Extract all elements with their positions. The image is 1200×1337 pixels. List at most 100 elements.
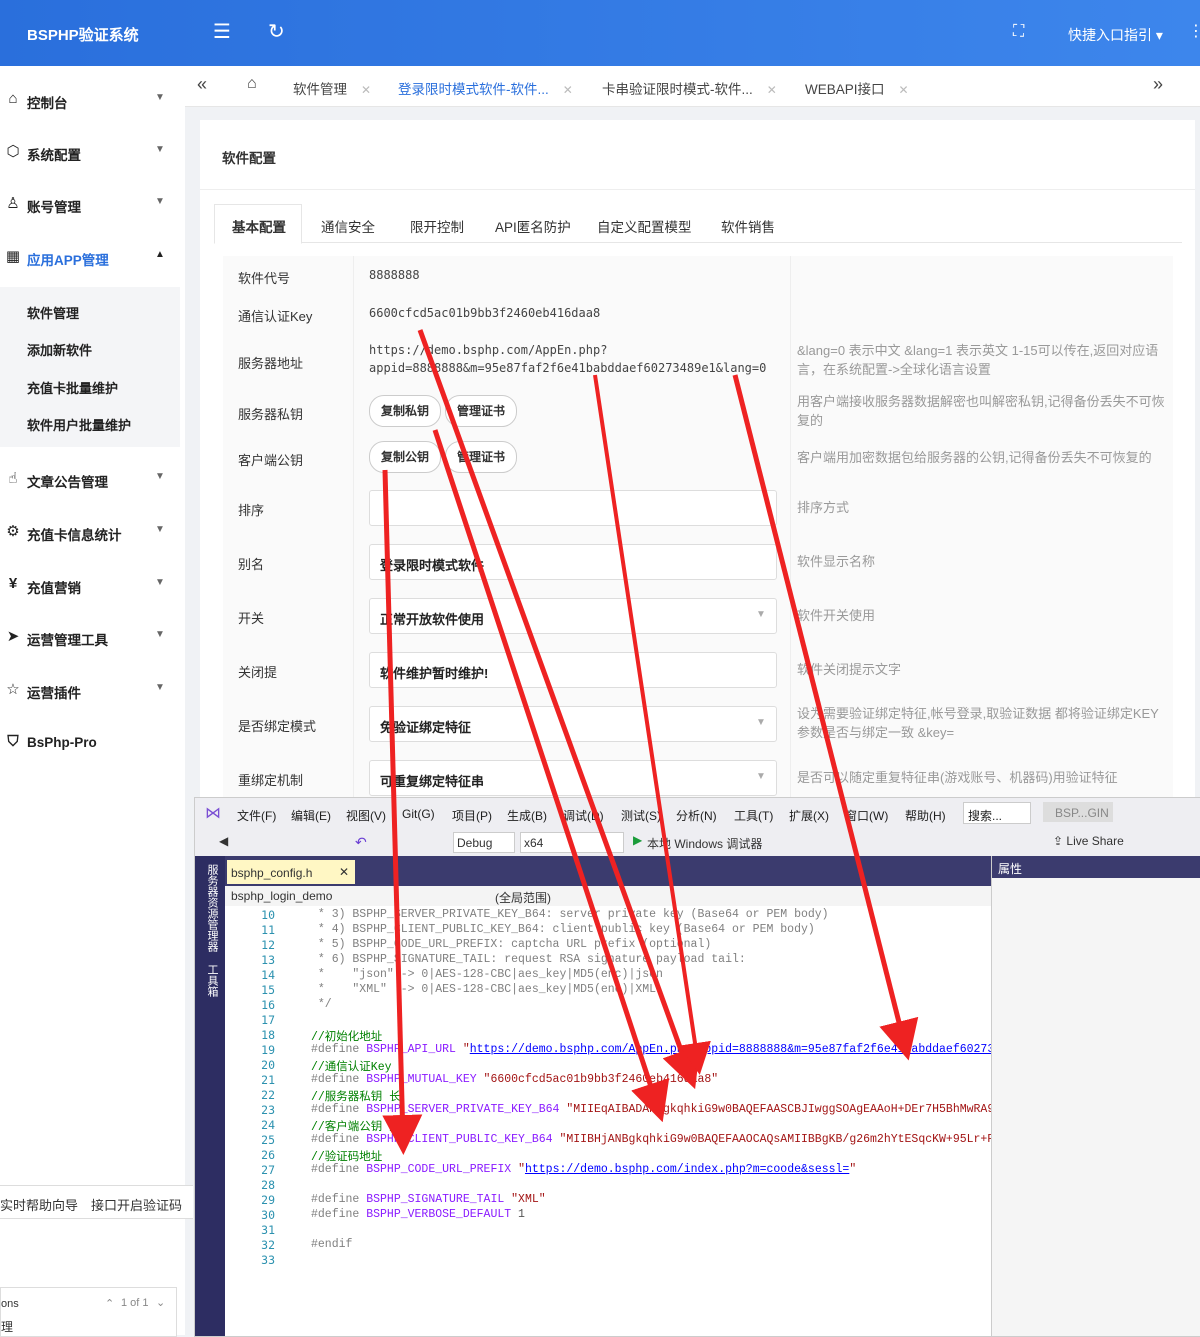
back-icon[interactable]: ◀ [219, 834, 228, 848]
sidebar-item-apps[interactable]: ▦ 应用APP管理 ▲ [0, 237, 185, 277]
line-number: 30 [261, 1208, 275, 1222]
config-select[interactable]: Debug [453, 832, 515, 853]
undo-icon[interactable]: ↶ [355, 834, 367, 851]
chevron-up-icon: ▲ [155, 249, 165, 260]
menu-tools[interactable]: 工具(T) [734, 807, 773, 824]
tab-basic-config[interactable]: 基本配置 [232, 216, 286, 236]
help-wizard-link[interactable]: 实时帮助向导 [0, 1195, 78, 1214]
code-line: #endif [311, 1238, 353, 1251]
fullscreen-icon[interactable]: ⛶ [1013, 22, 1024, 42]
sidebar-item-console[interactable]: ⌂ 控制台 ▼ [0, 80, 185, 120]
tab-webapi[interactable]: WEBAPI接口 ✕ [805, 78, 909, 98]
menu-file[interactable]: 文件(F) [237, 807, 276, 824]
quick-entry-menu[interactable]: 快捷入口指引 ▾ [1068, 25, 1163, 45]
close-icon[interactable]: ✕ [563, 83, 573, 97]
menu-project[interactable]: 项目(P) [452, 807, 492, 824]
nav-project[interactable]: bsphp_login_demo [231, 889, 332, 903]
chevron-down-icon: ▼ [155, 577, 165, 588]
close-tip-input[interactable]: 软件维护暂时维护! [369, 652, 777, 688]
sidebar-item-card-stats[interactable]: ⚙ 充值卡信息统计 ▼ [0, 512, 185, 552]
captcha-link[interactable]: 接口开启验证码 [91, 1195, 182, 1214]
vs-logo-icon: ⋈ [205, 805, 221, 822]
line-number: 12 [261, 938, 275, 952]
menu-debug[interactable]: 调试(D) [563, 807, 604, 824]
menu-edit[interactable]: 编辑(E) [291, 807, 331, 824]
sidebar-item-articles[interactable]: ☝ 文章公告管理 ▼ [0, 459, 185, 499]
menu-toggle-icon[interactable]: ☰ [213, 22, 231, 42]
submenu-item-user-batch[interactable]: 软件用户批量维护 [27, 415, 131, 434]
more-vertical-icon[interactable]: ⋮ [1188, 22, 1200, 42]
code-line: //验证码地址 [311, 1151, 383, 1164]
platform-select[interactable]: x64 [520, 832, 624, 853]
alias-input[interactable]: 登录限时模式软件 [369, 544, 777, 580]
code-editor[interactable]: 10 * 3) BSPHP_SERVER_PRIVATE_KEY_B64: se… [225, 906, 1001, 1336]
tabs-scroll-left-icon[interactable]: « [197, 74, 207, 95]
tab-comm-security[interactable]: 通信安全 [321, 216, 375, 236]
close-icon[interactable]: ✕ [767, 83, 777, 97]
server-explorer-tab[interactable]: 服务器资源管理器 [204, 864, 220, 952]
tab-label: 登录限时模式软件-软件... [398, 82, 549, 97]
line-number: 13 [261, 953, 275, 967]
chevron-up-icon[interactable]: ⌃ [105, 1297, 114, 1310]
copy-private-key-button[interactable]: 复制私钥 [369, 395, 442, 427]
tab-api-anon[interactable]: API匿名防护 [495, 216, 571, 236]
close-icon[interactable]: ✕ [361, 83, 371, 97]
chevron-down-icon[interactable]: ⌄ [156, 1296, 165, 1309]
submenu-item-software[interactable]: 软件管理 [27, 303, 79, 322]
vs-search-box[interactable]: 搜索... [963, 802, 1031, 824]
toolbox-tab[interactable]: 工具箱 [204, 964, 220, 997]
properties-header: 属性 [992, 856, 1200, 878]
sidebar-item-accounts[interactable]: ♙ 账号管理 ▼ [0, 184, 185, 224]
rebind-value: 可重复绑定特征串 [380, 774, 485, 789]
sidebar-item-system[interactable]: ⬡ 系统配置 ▼ [0, 132, 185, 172]
run-icon[interactable]: ▶ [633, 833, 642, 847]
tab-custom-model[interactable]: 自定义配置模型 [597, 216, 692, 236]
doc-tab-config[interactable]: bsphp_config.h ✕ [227, 860, 355, 884]
vs-document-tabs: bsphp_config.h ✕ [225, 856, 991, 886]
menu-help[interactable]: 帮助(H) [905, 807, 946, 824]
nav-scope[interactable]: (全局范围) [495, 889, 551, 906]
menu-view[interactable]: 视图(V) [346, 807, 386, 824]
line-number: 31 [261, 1223, 275, 1237]
submenu-item-add-software[interactable]: 添加新软件 [27, 340, 92, 359]
tab-open-limit[interactable]: 限开控制 [410, 216, 464, 236]
code-line: //服务器私钥 长 [311, 1091, 401, 1104]
run-target[interactable]: 本地 Windows 调试器 [647, 835, 762, 852]
close-icon[interactable]: ✕ [339, 865, 349, 879]
live-share-button[interactable]: ⇪ Live Share [1053, 834, 1124, 848]
tab-card-timed-software[interactable]: 卡串验证限时模式-软件... ✕ [602, 78, 777, 98]
code-line: //客户端公钥 短 [311, 1121, 401, 1134]
sidebar-item-pro[interactable]: ⛉ BsPhp-Pro [0, 723, 185, 763]
switch-select[interactable]: 正常开放软件使用 ▼ [369, 598, 777, 634]
tab-sales[interactable]: 软件销售 [721, 216, 775, 236]
manage-cert-button[interactable]: 管理证书 [445, 395, 518, 427]
home-tab-icon[interactable]: ⌂ [247, 75, 257, 93]
tabs-scroll-right-icon[interactable]: » [1153, 74, 1163, 95]
menu-window[interactable]: 窗口(W) [845, 807, 888, 824]
manage-cert-button[interactable]: 管理证书 [445, 441, 518, 473]
menu-git[interactable]: Git(G) [402, 807, 435, 821]
user-icon: ♙ [6, 195, 20, 212]
submenu-item-card-batch[interactable]: 充值卡批量维护 [27, 378, 118, 397]
bind-mode-select[interactable]: 免验证绑定特征 ▼ [369, 706, 777, 742]
sidebar-item-marketing[interactable]: ¥ 充值营销 ▼ [0, 565, 185, 605]
sidebar-item-plugins[interactable]: ☆ 运营插件 ▼ [0, 670, 185, 710]
share-icon: ⇪ [1053, 834, 1067, 848]
vs-solution-badge[interactable]: BSP...GIN [1043, 802, 1113, 822]
sidebar-item-label: 充值卡信息统计 [27, 528, 122, 543]
sort-input[interactable] [369, 490, 777, 526]
code-line: * "json" -> 0|AES-128-CBC|aes_key|MD5(en… [311, 968, 663, 981]
menu-build[interactable]: 生成(B) [507, 807, 547, 824]
copy-public-key-button[interactable]: 复制公钥 [369, 441, 442, 473]
menu-extensions[interactable]: 扩展(X) [789, 807, 829, 824]
menu-analyze[interactable]: 分析(N) [676, 807, 717, 824]
sidebar-item-label: 系统配置 [27, 148, 81, 163]
sidebar-item-ops-tools[interactable]: ➤ 运营管理工具 ▼ [0, 617, 185, 657]
rebind-select[interactable]: 可重复绑定特征串 ▼ [369, 760, 777, 796]
refresh-icon[interactable]: ↻ [268, 22, 285, 42]
close-icon[interactable]: ✕ [899, 83, 909, 97]
tab-login-timed-software[interactable]: 登录限时模式软件-软件... ✕ [398, 78, 573, 98]
software-config-card: 软件配置 基本配置 通信安全 限开控制 API匿名防护 自定义配置模型 软件销售… [200, 120, 1195, 805]
tab-software-manage[interactable]: 软件管理 ✕ [293, 78, 371, 98]
menu-test[interactable]: 测试(S) [621, 807, 661, 824]
